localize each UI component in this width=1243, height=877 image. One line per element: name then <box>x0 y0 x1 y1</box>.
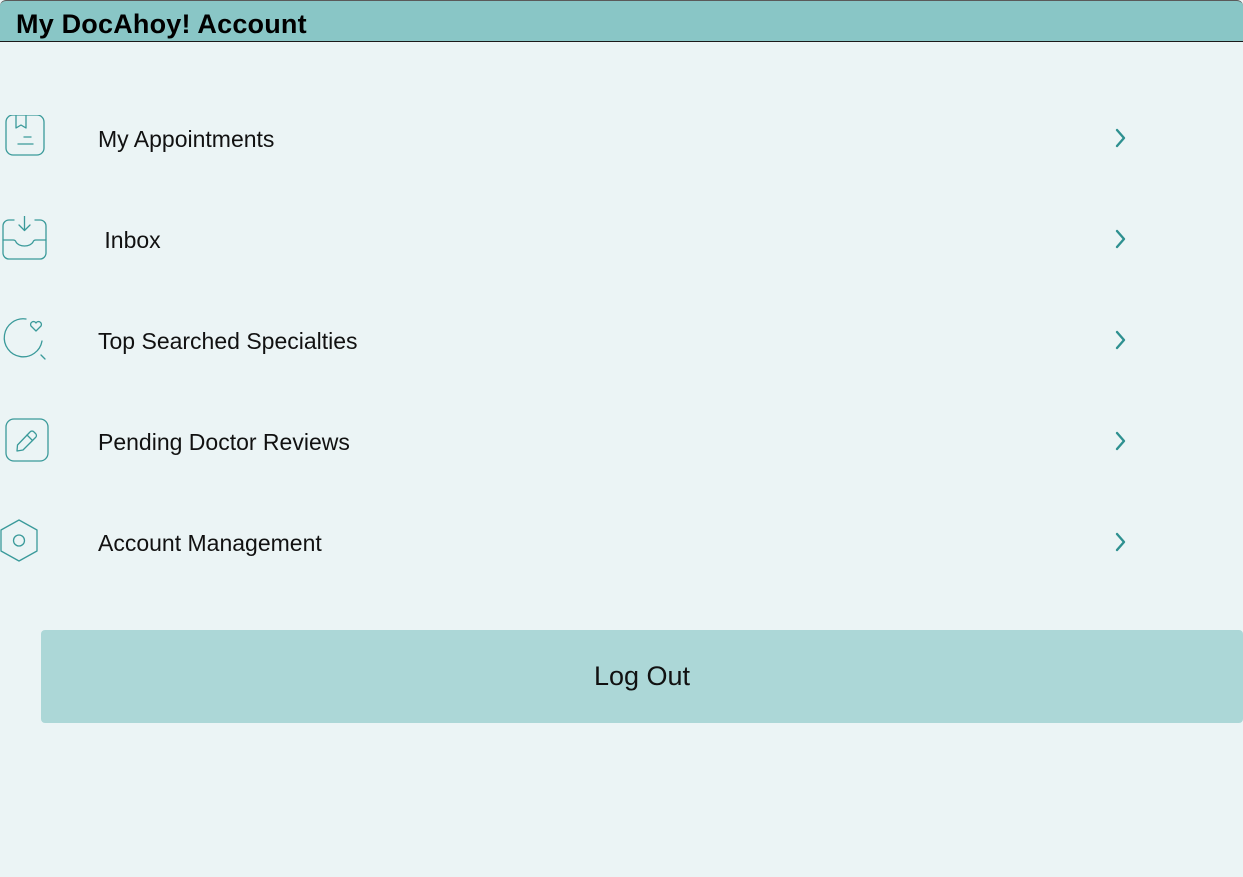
header-bar: My DocAhoy! Account <box>0 0 1243 42</box>
chevron-right-icon <box>1108 528 1132 556</box>
chevron-right-icon <box>1108 326 1132 354</box>
menu-item-my-appointments[interactable]: My Appointments <box>0 97 1243 177</box>
chevron-right-icon <box>1108 427 1132 455</box>
page-title: My DocAhoy! Account <box>16 9 307 39</box>
edit-pencil-icon <box>0 418 50 466</box>
menu-item-label: My Appointments <box>98 126 275 152</box>
chevron-right-icon <box>1108 225 1132 253</box>
account-page: My DocAhoy! Account My Appointments Inbo… <box>0 0 1243 877</box>
chevron-right-icon <box>1108 124 1132 152</box>
menu-item-account-management[interactable]: Account Management <box>0 501 1243 581</box>
inbox-download-icon <box>0 216 50 264</box>
appointments-bookmark-icon <box>0 115 50 163</box>
menu-item-label: Inbox <box>98 227 161 253</box>
menu-item-label: Pending Doctor Reviews <box>98 429 350 455</box>
heart-search-icon <box>0 317 50 365</box>
log-out-button[interactable]: Log Out <box>41 630 1243 723</box>
menu-item-pending-doctor-reviews[interactable]: Pending Doctor Reviews <box>0 400 1243 480</box>
menu-item-label: Account Management <box>98 530 322 556</box>
menu-item-label: Top Searched Specialties <box>98 328 358 354</box>
menu-item-top-searched-specialties[interactable]: Top Searched Specialties <box>0 299 1243 379</box>
settings-hexagon-icon <box>0 519 50 567</box>
menu-item-inbox[interactable]: Inbox <box>0 198 1243 278</box>
